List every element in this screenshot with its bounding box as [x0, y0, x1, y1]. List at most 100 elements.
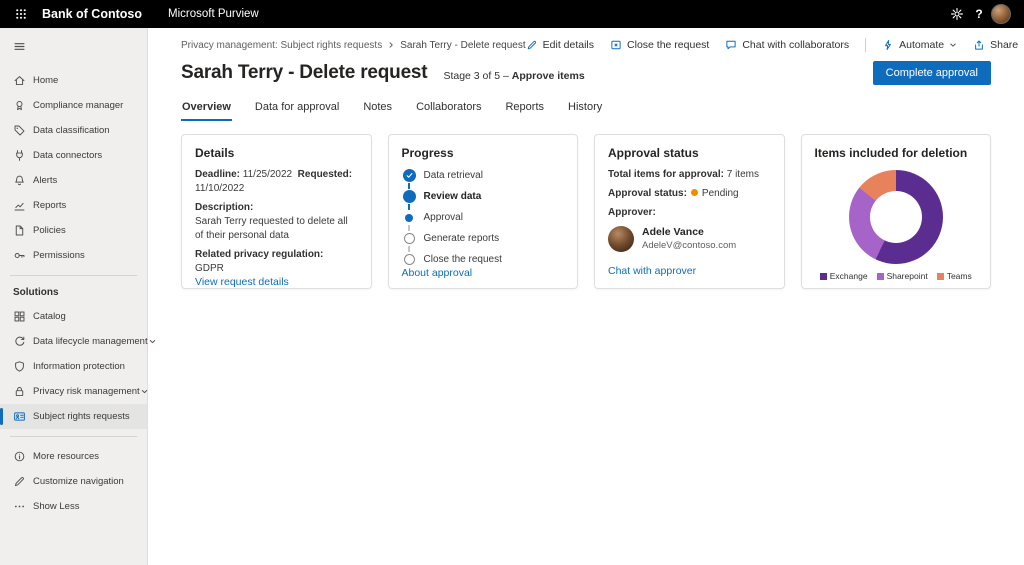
tab-overview[interactable]: Overview — [181, 97, 232, 121]
deletion-donut-chart — [849, 170, 943, 264]
step-todo-circle-icon — [404, 254, 415, 265]
pencil-icon — [13, 475, 26, 488]
approval-status-row: Approval status:Pending — [608, 187, 771, 201]
approval-status-card: Approval status Total items for approval… — [594, 134, 785, 289]
pencil-icon — [526, 39, 538, 51]
sidebar-item-reports[interactable]: Reports — [0, 193, 147, 218]
sidebar-item-catalog[interactable]: Catalog — [0, 304, 147, 329]
help-icon[interactable]: ? — [968, 3, 990, 25]
share-icon — [973, 39, 985, 51]
main-content: Privacy management: Subject rights reque… — [148, 28, 1024, 565]
description-label: Description: — [195, 201, 358, 215]
left-navigation: Home Compliance manager Data classificat… — [0, 28, 148, 565]
sidebar-item-policies[interactable]: Policies — [0, 218, 147, 243]
person-card-icon — [13, 410, 26, 423]
total-items-row: Total items for approval: 7 items — [608, 168, 771, 182]
tab-data-for-approval[interactable]: Data for approval — [254, 97, 340, 121]
lightning-flow-icon — [882, 39, 894, 51]
sidebar-item-more-resources[interactable]: More resources — [0, 444, 147, 469]
settings-gear-icon[interactable] — [946, 3, 968, 25]
step-data-retrieval: Data retrieval — [402, 168, 565, 183]
ellipsis-icon — [13, 500, 26, 513]
lock-icon — [13, 385, 26, 398]
regulation-value: GDPR — [195, 262, 358, 276]
step-close-request: Close the request — [402, 252, 565, 267]
legend-item-sharepoint: Sharepoint — [877, 271, 928, 281]
breadcrumb: Privacy management: Subject rights reque… — [181, 40, 526, 51]
tag-icon — [13, 124, 26, 137]
complete-approval-button[interactable]: Complete approval — [873, 61, 991, 85]
trend-chart-icon — [13, 199, 26, 212]
lifecycle-refresh-icon — [13, 335, 26, 348]
sidebar-item-permissions[interactable]: Permissions — [0, 243, 147, 268]
items-card-title: Items included for deletion — [815, 146, 978, 160]
connector-plug-icon — [13, 149, 26, 162]
status-dot — [691, 189, 698, 196]
sidebar-item-data-classification[interactable]: Data classification — [0, 118, 147, 143]
sidebar-item-data-connectors[interactable]: Data connectors — [0, 143, 147, 168]
info-circle-icon — [13, 450, 26, 463]
document-icon — [13, 224, 26, 237]
breadcrumb-current: Sarah Terry - Delete request — [400, 40, 525, 51]
legend-swatch — [820, 273, 827, 280]
legend-swatch — [877, 273, 884, 280]
tab-notes[interactable]: Notes — [362, 97, 393, 121]
sidebar-item-home[interactable]: Home — [0, 68, 147, 93]
step-approval: Approval — [402, 210, 565, 225]
shield-icon — [13, 360, 26, 373]
edit-details-button[interactable]: Edit details — [526, 39, 594, 51]
tab-collaborators[interactable]: Collaborators — [415, 97, 482, 121]
bell-icon — [13, 174, 26, 187]
progress-stepper: Data retrieval Review data Approval Gene… — [402, 168, 565, 267]
product-name[interactable]: Microsoft Purview — [168, 8, 259, 20]
collapse-nav-icon[interactable] — [0, 34, 147, 68]
waffle-menu-icon[interactable] — [10, 3, 32, 25]
approver-email: AdeleV@contoso.com — [642, 240, 736, 252]
step-upcoming-dot-icon — [405, 214, 413, 222]
items-deletion-card: Items included for deletion Exchange Sha… — [801, 134, 992, 289]
sidebar-item-subject-rights-requests[interactable]: Subject rights requests — [0, 404, 147, 429]
page-title: Sarah Terry - Delete request — [181, 62, 427, 84]
about-approval-link[interactable]: About approval — [402, 267, 565, 279]
automate-button[interactable]: Automate — [882, 39, 957, 51]
close-request-button[interactable]: Close the request — [610, 39, 709, 51]
sidebar-item-data-lifecycle-management[interactable]: Data lifecycle management — [0, 329, 147, 354]
user-avatar[interactable] — [990, 3, 1012, 25]
chat-with-approver-link[interactable]: Chat with approver — [608, 265, 771, 277]
solutions-header: Solutions — [0, 283, 147, 304]
org-name[interactable]: Bank of Contoso — [42, 7, 142, 21]
regulation-label: Related privacy regulation: — [195, 248, 358, 262]
grid-icon — [13, 310, 26, 323]
status-badge: Pending — [702, 188, 739, 199]
sidebar-item-show-less[interactable]: Show Less — [0, 494, 147, 519]
chat-collaborators-button[interactable]: Chat with collaborators — [725, 39, 849, 51]
compliance-manager-icon — [13, 99, 26, 112]
sidebar-item-information-protection[interactable]: Information protection — [0, 354, 147, 379]
step-current-icon — [403, 190, 416, 203]
step-generate-reports: Generate reports — [402, 231, 565, 246]
chevron-down-icon — [148, 337, 157, 346]
divider — [10, 436, 137, 437]
deadline-row: Deadline: 11/25/2022 Requested: 11/10/20… — [195, 168, 358, 196]
stage-indicator: Stage 3 of 5 – Approve items — [443, 70, 584, 82]
approver-persona[interactable]: Adele Vance AdeleV@contoso.com — [608, 226, 771, 252]
sidebar-item-alerts[interactable]: Alerts — [0, 168, 147, 193]
tab-reports[interactable]: Reports — [504, 97, 545, 121]
sidebar-item-compliance-manager[interactable]: Compliance manager — [0, 93, 147, 118]
view-request-details-link[interactable]: View request details — [195, 276, 358, 288]
tab-history[interactable]: History — [567, 97, 603, 121]
sidebar-item-customize-navigation[interactable]: Customize navigation — [0, 469, 147, 494]
progress-card-title: Progress — [402, 146, 565, 160]
chevron-down-icon — [140, 387, 149, 396]
legend-item-exchange: Exchange — [820, 271, 868, 281]
share-button[interactable]: Share — [973, 39, 1024, 51]
breadcrumb-root[interactable]: Privacy management: Subject rights reque… — [181, 40, 382, 51]
tab-bar: Overview Data for approval Notes Collabo… — [181, 97, 991, 121]
chart-legend: Exchange Sharepoint Teams — [815, 271, 978, 281]
chat-bubble-icon — [725, 39, 737, 51]
app-top-bar: Bank of Contoso Microsoft Purview ? — [0, 0, 1024, 28]
description-text: Sarah Terry requested to delete all of t… — [195, 215, 358, 243]
approver-avatar — [608, 226, 634, 252]
sidebar-item-privacy-risk-management[interactable]: Privacy risk management — [0, 379, 147, 404]
step-review-data: Review data — [402, 189, 565, 204]
